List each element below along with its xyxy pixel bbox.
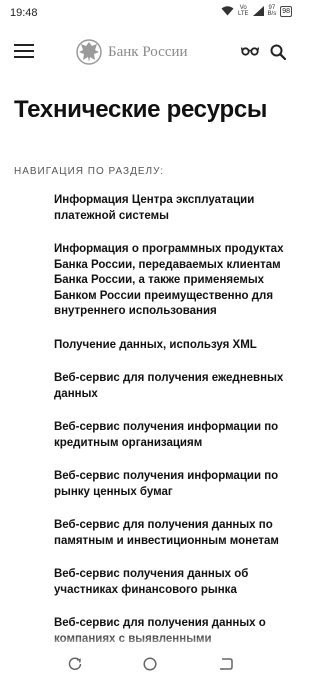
battery-icon: 98 [280, 5, 292, 17]
page-title: Технические ресурсы [14, 96, 268, 123]
nav-item-credit-org-webservice[interactable]: Веб-сервис получения информации по креди… [54, 420, 294, 451]
recents-icon[interactable] [68, 657, 82, 671]
network-speed: 97 B/s [267, 5, 277, 17]
section-nav-label: НАВИГАЦИЯ ПО РАЗДЕЛУ: [14, 166, 165, 177]
nav-item-payment-system-center[interactable]: Информация Центра эксплуатации платежной… [54, 193, 294, 224]
lte-indicator: Vo LTE [237, 5, 249, 17]
menu-icon[interactable] [14, 44, 34, 60]
nav-item-daily-data-webservice[interactable]: Веб-сервис для получения ежедневных данн… [54, 371, 294, 402]
section-nav-list: Информация Центра эксплуатации платежной… [54, 193, 294, 665]
home-icon[interactable] [143, 657, 157, 671]
eagle-emblem-icon [76, 39, 102, 65]
status-time: 19:48 [10, 7, 38, 19]
nav-item-market-participants-webservice[interactable]: Веб-сервис получения данных об участника… [54, 567, 294, 598]
battery-level: 98 [282, 7, 290, 15]
system-nav-bar [0, 648, 300, 684]
signal-icon [252, 6, 264, 16]
site-header: Банк России [0, 30, 300, 76]
brand-logo[interactable]: Банк России [76, 37, 188, 67]
status-icons: Vo LTE 97 B/s 98 [221, 5, 292, 17]
nav-item-software-products[interactable]: Информация о программных продуктах Банка… [54, 242, 294, 320]
nav-item-xml-data[interactable]: Получение данных, используя XML [54, 338, 294, 354]
search-icon[interactable] [270, 44, 286, 60]
accessibility-glasses-icon[interactable] [241, 46, 259, 56]
status-bar: 19:48 Vo LTE 97 B/s 98 [0, 0, 300, 26]
back-icon[interactable] [219, 657, 233, 671]
nav-item-coins-webservice[interactable]: Веб-сервис для получения данных по памят… [54, 518, 294, 549]
brand-name: Банк России [108, 43, 188, 60]
nav-item-securities-webservice[interactable]: Веб-сервис получения информации по рынку… [54, 469, 294, 500]
wifi-icon [221, 6, 234, 16]
